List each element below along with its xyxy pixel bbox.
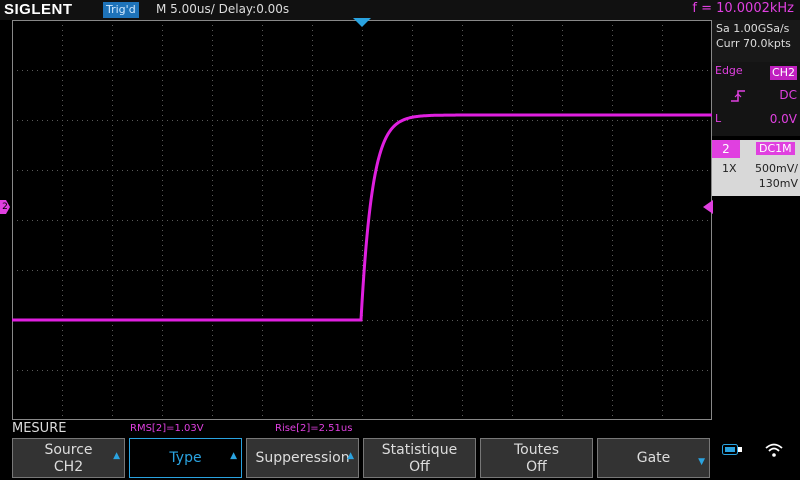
trigger-level-marker[interactable]	[703, 200, 713, 214]
timebase-readout[interactable]: M 5.00us/ Delay:0.00s	[156, 2, 289, 16]
softkey-label: Type	[169, 450, 202, 466]
up-arrow-icon: ▲	[113, 451, 120, 461]
softkey-statistics[interactable]: Statistique Off	[363, 438, 476, 478]
vertical-scale: 500mV/	[755, 162, 798, 175]
softkey-value: Off	[526, 459, 547, 475]
channel-number: 2	[712, 140, 740, 158]
trigger-type-label: Edge	[715, 64, 743, 77]
trigger-position-marker[interactable]	[353, 18, 371, 28]
softkey-label: Supperession	[255, 450, 350, 466]
softkey-all-measurements[interactable]: Toutes Off	[480, 438, 593, 478]
usb-storage-icon	[722, 444, 742, 455]
status-icons	[716, 440, 800, 480]
trigger-level-label: L	[715, 112, 722, 125]
vertical-offset: 130mV	[758, 177, 798, 190]
channel-coupling: DC1M	[756, 142, 795, 155]
trigger-status-badge[interactable]: Trig'd	[103, 2, 139, 18]
memory-depth: Curr 70.0kpts	[716, 37, 791, 50]
channel-2-offset-marker[interactable]: 2	[0, 200, 10, 214]
measurement-rise: Rise[2]=2.51us	[275, 423, 353, 434]
timebase-value: M 5.00us/	[156, 2, 215, 16]
trigger-coupling: DC	[779, 88, 797, 102]
rising-edge-icon	[731, 90, 745, 102]
frequency-counter: f = 10.0002kHz	[692, 1, 794, 16]
up-arrow-icon: ▲	[347, 451, 354, 461]
delay-value: Delay:0.00s	[218, 2, 290, 16]
acquisition-panel[interactable]: Sa 1.00GSa/s Curr 70.0kpts	[712, 20, 800, 62]
trigger-level-value: 0.0V	[769, 112, 797, 126]
softkey-value: Off	[409, 459, 430, 475]
softkey-label: Statistique	[381, 442, 458, 458]
softkey-label: Toutes	[513, 442, 559, 458]
waveform-display[interactable]	[12, 20, 712, 420]
graticule	[12, 20, 712, 420]
up-arrow-icon: ▲	[230, 451, 237, 461]
softkey-gate[interactable]: Gate ▼	[597, 438, 710, 478]
probe-attenuation: 1X	[722, 162, 737, 175]
trigger-panel[interactable]: Edge CH2 DC L 0.0V	[712, 62, 800, 136]
trigger-source-badge: CH2	[770, 66, 797, 80]
channel-marker-label: 2	[2, 202, 8, 212]
brand-logo: SIGLENT	[4, 1, 73, 18]
softkey-menu: Source CH2 ▲ Type ▲ Supperession ▲ Stati…	[12, 438, 714, 480]
softkey-source[interactable]: Source CH2 ▲	[12, 438, 125, 478]
softkey-value: CH2	[53, 459, 84, 475]
wifi-icon	[765, 443, 783, 457]
channel-2-panel[interactable]: 2 DC1M 1X 500mV/ 130mV	[712, 140, 800, 196]
sample-rate: Sa 1.00GSa/s	[716, 22, 790, 35]
softkey-label: Gate	[636, 450, 671, 466]
down-arrow-icon: ▼	[698, 457, 705, 467]
top-status-bar: SIGLENT Trig'd M 5.00us/ Delay:0.00s f =…	[0, 0, 800, 20]
softkey-label: Source	[44, 442, 93, 458]
softkey-suppression[interactable]: Supperession ▲	[246, 438, 359, 478]
measurement-rms: RMS[2]=1.03V	[130, 423, 204, 434]
menu-title: MESURE	[12, 421, 67, 436]
softkey-type[interactable]: Type ▲	[129, 438, 242, 478]
